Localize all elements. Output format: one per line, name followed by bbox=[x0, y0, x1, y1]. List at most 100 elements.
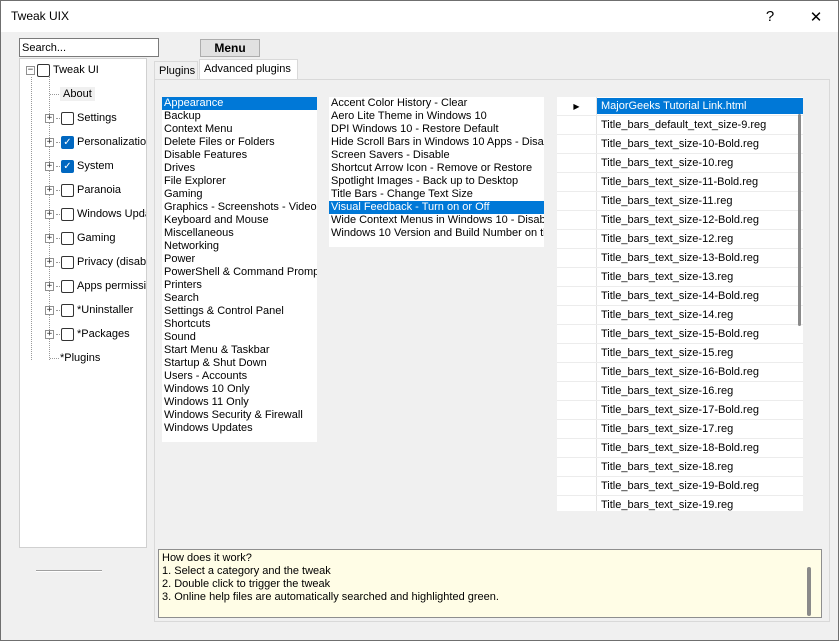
file-name-cell[interactable]: Title_bars_text_size-13-Bold.reg bbox=[597, 249, 803, 267]
tree-item[interactable]: About bbox=[50, 84, 95, 104]
file-name-cell[interactable]: Title_bars_text_size-12.reg bbox=[597, 230, 803, 248]
row-header[interactable] bbox=[557, 249, 597, 267]
row-header[interactable] bbox=[557, 325, 597, 343]
row-header[interactable] bbox=[557, 401, 597, 419]
tweak-item[interactable]: Windows 10 Version and Build Number on t… bbox=[329, 227, 544, 240]
menu-button[interactable]: Menu bbox=[200, 39, 260, 57]
file-name-cell[interactable]: Title_bars_text_size-10-Bold.reg bbox=[597, 135, 803, 153]
file-name-cell[interactable]: Title_bars_text_size-13.reg bbox=[597, 268, 803, 286]
tree-item[interactable]: + Paranoia bbox=[45, 180, 121, 200]
row-header[interactable] bbox=[557, 496, 597, 511]
category-tree[interactable]: − Tweak UI About + Settings + ✓ Personalization… bbox=[19, 58, 147, 548]
row-header[interactable] bbox=[557, 173, 597, 191]
category-item[interactable]: Context Menu bbox=[162, 123, 317, 136]
category-item[interactable]: Windows 11 Only bbox=[162, 396, 317, 409]
file-name-cell[interactable]: Title_bars_text_size-14.reg bbox=[597, 306, 803, 324]
tree-item[interactable]: + ✓ Personalization bbox=[45, 132, 146, 152]
file-name-cell[interactable]: Title_bars_text_size-18-Bold.reg bbox=[597, 439, 803, 457]
expand-icon[interactable]: + bbox=[45, 161, 54, 171]
category-item[interactable]: Search bbox=[162, 292, 317, 305]
file-name-cell[interactable]: Title_bars_text_size-15.reg bbox=[597, 344, 803, 362]
category-item[interactable]: Graphics - Screenshots - Video bbox=[162, 201, 317, 214]
table-row[interactable]: Title_bars_default_text_size-9.reg bbox=[557, 116, 803, 135]
category-item[interactable]: PowerShell & Command Prompt bbox=[162, 266, 317, 279]
category-item[interactable]: Power bbox=[162, 253, 317, 266]
file-name-cell[interactable]: Title_bars_text_size-16-Bold.reg bbox=[597, 363, 803, 381]
tweak-item[interactable]: Visual Feedback - Turn on or Off bbox=[329, 201, 544, 214]
tweak-item[interactable]: Wide Context Menus in Windows 10 - Disab… bbox=[329, 214, 544, 227]
table-row[interactable]: Title_bars_text_size-13-Bold.reg bbox=[557, 249, 803, 268]
table-row[interactable]: Title_bars_text_size-17-Bold.reg bbox=[557, 401, 803, 420]
category-item[interactable]: Settings & Control Panel bbox=[162, 305, 317, 318]
expand-icon[interactable]: + bbox=[45, 185, 54, 195]
row-header[interactable] bbox=[557, 116, 597, 134]
grid-scrollbar[interactable] bbox=[803, 97, 821, 511]
checkbox[interactable] bbox=[61, 303, 74, 317]
tweak-item[interactable]: Hide Scroll Bars in Windows 10 Apps - Di… bbox=[329, 136, 544, 149]
checkbox[interactable] bbox=[61, 255, 74, 269]
file-name-cell[interactable]: Title_bars_default_text_size-9.reg bbox=[597, 116, 803, 134]
table-row[interactable]: Title_bars_text_size-18-Bold.reg bbox=[557, 439, 803, 458]
checkbox[interactable] bbox=[61, 207, 74, 221]
tree-root[interactable]: − Tweak UI bbox=[26, 60, 99, 80]
category-item[interactable]: Windows 10 Only bbox=[162, 383, 317, 396]
splitter-grip[interactable] bbox=[36, 570, 102, 572]
category-item[interactable]: Gaming bbox=[162, 188, 317, 201]
category-item[interactable]: Drives bbox=[162, 162, 317, 175]
table-row[interactable]: Title_bars_text_size-10.reg bbox=[557, 154, 803, 173]
tweak-item[interactable]: Shortcut Arrow Icon - Remove or Restore bbox=[329, 162, 544, 175]
table-row[interactable]: Title_bars_text_size-14.reg bbox=[557, 306, 803, 325]
tweak-list[interactable]: Accent Color History - Clear Aero Lite Th… bbox=[329, 97, 544, 247]
file-name-cell[interactable]: Title_bars_text_size-14-Bold.reg bbox=[597, 287, 803, 305]
category-item[interactable]: Keyboard and Mouse bbox=[162, 214, 317, 227]
table-row[interactable]: Title_bars_text_size-14-Bold.reg bbox=[557, 287, 803, 306]
row-header[interactable] bbox=[557, 154, 597, 172]
file-grid[interactable]: ▶ MajorGeeks Tutorial Link.html Title_bars… bbox=[557, 97, 803, 511]
category-item[interactable]: Miscellaneous bbox=[162, 227, 317, 240]
table-row[interactable]: Title_bars_text_size-11-Bold.reg bbox=[557, 173, 803, 192]
tab-advanced-plugins[interactable]: Advanced plugins bbox=[199, 59, 298, 80]
table-row[interactable]: Title_bars_text_size-12.reg bbox=[557, 230, 803, 249]
file-name-cell[interactable]: Title_bars_text_size-19-Bold.reg bbox=[597, 477, 803, 495]
expand-icon[interactable]: + bbox=[45, 305, 54, 315]
checkbox[interactable] bbox=[61, 231, 74, 245]
table-row[interactable]: Title_bars_text_size-16-Bold.reg bbox=[557, 363, 803, 382]
file-name-cell[interactable]: Title_bars_text_size-17.reg bbox=[597, 420, 803, 438]
tree-item[interactable]: + Windows Upda bbox=[45, 204, 146, 224]
tweak-item[interactable]: Accent Color History - Clear bbox=[329, 97, 544, 110]
row-header[interactable] bbox=[557, 420, 597, 438]
row-header[interactable] bbox=[557, 363, 597, 381]
row-header[interactable] bbox=[557, 230, 597, 248]
table-row[interactable]: Title_bars_text_size-17.reg bbox=[557, 420, 803, 439]
expand-icon[interactable]: + bbox=[45, 113, 54, 123]
tweak-item[interactable]: Aero Lite Theme in Windows 10 bbox=[329, 110, 544, 123]
title-bar[interactable]: Tweak UIX ? ✕ bbox=[1, 1, 838, 32]
file-name-cell[interactable]: Title_bars_text_size-15-Bold.reg bbox=[597, 325, 803, 343]
category-item[interactable]: Appearance bbox=[162, 97, 317, 110]
table-row[interactable]: Title_bars_text_size-12-Bold.reg bbox=[557, 211, 803, 230]
row-header[interactable] bbox=[557, 344, 597, 362]
category-item[interactable]: Disable Features bbox=[162, 149, 317, 162]
table-row[interactable]: Title_bars_text_size-13.reg bbox=[557, 268, 803, 287]
row-header[interactable] bbox=[557, 268, 597, 286]
table-row[interactable]: Title_bars_text_size-15.reg bbox=[557, 344, 803, 363]
row-header[interactable] bbox=[557, 477, 597, 495]
help-button[interactable]: ? bbox=[747, 1, 793, 32]
expand-icon[interactable]: + bbox=[45, 281, 54, 291]
table-row[interactable]: Title_bars_text_size-19.reg bbox=[557, 496, 803, 511]
file-name-cell[interactable]: Title_bars_text_size-10.reg bbox=[597, 154, 803, 172]
row-header[interactable] bbox=[557, 192, 597, 210]
category-item[interactable]: Printers bbox=[162, 279, 317, 292]
category-item[interactable]: Windows Updates bbox=[162, 422, 317, 435]
row-header[interactable] bbox=[557, 287, 597, 305]
table-row[interactable]: Title_bars_text_size-15-Bold.reg bbox=[557, 325, 803, 344]
checkbox[interactable] bbox=[61, 183, 74, 197]
expand-icon[interactable]: + bbox=[45, 209, 54, 219]
checkbox[interactable] bbox=[61, 279, 74, 293]
file-name-cell[interactable]: Title_bars_text_size-19.reg bbox=[597, 496, 803, 511]
checkbox-checked[interactable]: ✓ bbox=[61, 135, 74, 149]
category-item[interactable]: Start Menu & Taskbar bbox=[162, 344, 317, 357]
expand-icon[interactable]: + bbox=[45, 233, 54, 243]
tree-item[interactable]: + Privacy (disable bbox=[45, 252, 146, 272]
checkbox[interactable] bbox=[61, 327, 74, 341]
